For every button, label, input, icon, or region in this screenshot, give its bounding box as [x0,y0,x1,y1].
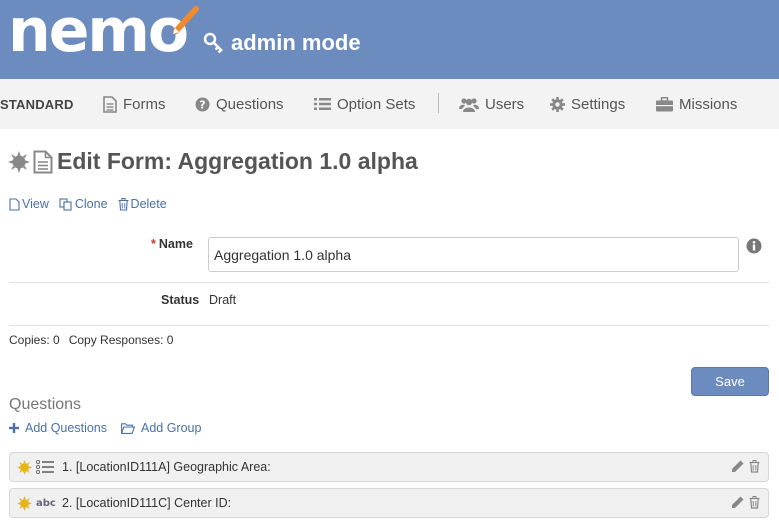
question-row[interactable]: abc 2. [LocationID111C] Center ID: [9,488,769,518]
question-row[interactable]: 1. [LocationID111A] Geographic Area: [9,452,769,482]
view-label: View [22,197,49,211]
nav-item-questions[interactable]: ? Questions [195,79,284,129]
admin-mode-indicator: admin mode [203,30,361,56]
copy-responses-count: Copy Responses: 0 [68,333,174,347]
svg-text:?: ? [199,98,205,111]
questions-actions: Add Questions Add Group [9,421,215,435]
list-icon [314,98,331,110]
gear-icon [550,96,565,112]
page-title-row: Edit Form: Aggregation 1.0 alpha [8,148,418,175]
form-actions: View Clone Delete [9,197,177,211]
pencil-icon [732,496,744,508]
question-tools [726,496,760,509]
draft-sun-icon [8,150,30,173]
edit-button[interactable] [731,460,744,473]
view-link[interactable]: View [9,197,49,211]
nav-item-missions[interactable]: Missions [656,79,737,129]
key-icon [203,32,223,54]
pencil-icon [732,460,744,472]
questions-heading: Questions [9,396,82,413]
required-marker: * [151,237,156,251]
add-group-link[interactable]: Add Group [121,421,201,435]
nav-item-option-sets[interactable]: Option Sets [314,79,415,129]
sun-icon [17,495,32,511]
divider [9,325,769,326]
delete-button[interactable] [749,460,760,473]
app-header: nemo admin mode [0,0,779,79]
clone-label: Clone [74,197,108,211]
name-label-wrap: * Name [151,237,193,251]
nav-item-settings[interactable]: Settings [550,79,625,129]
form-file-icon [33,150,53,173]
file-icon [103,95,117,113]
name-input[interactable] [208,237,739,272]
logo[interactable]: nemo [8,0,189,66]
delete-label: Delete [130,197,167,211]
pencil-logo-icon [173,6,199,34]
text-abc-icon: abc [36,497,56,509]
nav-label: Missions [679,95,738,113]
question-type: abc [36,498,56,509]
add-questions-link[interactable]: Add Questions [9,421,107,435]
name-label: Name [158,237,193,251]
add-questions-label: Add Questions [25,421,107,435]
question-text: 1. [LocationID111A] Geographic Area: [62,460,271,474]
nav-item-forms[interactable]: Forms [103,79,166,129]
delete-link[interactable]: Delete [118,197,167,211]
nav-item-users[interactable]: Users [459,79,524,129]
question-type [36,460,56,474]
clone-link[interactable]: Clone [59,197,108,211]
folder-open-icon [121,422,135,434]
nav-label: Option Sets [337,95,416,113]
status-value: Draft [209,293,237,307]
nav-divider [438,93,439,113]
nav-label: Users [485,95,525,113]
trash-icon [749,460,760,473]
edit-button[interactable] [731,496,744,509]
admin-mode-label: admin mode [231,30,361,55]
nav-label: Questions [216,95,284,113]
plus-icon [9,423,19,433]
nav-label: Forms [123,95,166,113]
users-icon [459,97,479,112]
info-icon[interactable] [746,238,762,254]
select-list-icon [36,460,54,474]
save-button[interactable]: Save [691,367,769,396]
divider [9,282,769,283]
add-group-label: Add Group [141,421,202,435]
status-label: Status [161,293,200,307]
delete-button[interactable] [749,496,760,509]
nav-mode-standard[interactable]: STANDARD [0,79,74,129]
copies-count: Copies: 0 [9,333,60,347]
question-text: 2. [LocationID111C] Center ID: [62,496,232,510]
trash-icon [749,496,760,509]
briefcase-icon [656,96,673,111]
nav-label: Settings [571,95,626,113]
sun-icon [17,459,32,475]
trash-icon [118,197,129,211]
question-tools [726,460,760,473]
file-outline-icon [9,197,20,211]
copy-icon [59,197,72,211]
page-title: Edit Form: Aggregation 1.0 alpha [57,148,418,174]
question-circle-icon: ? [195,97,210,111]
copies-info: Copies: 0 Copy Responses: 0 [9,333,182,347]
main-nav: STANDARD Forms ? Questions Option Sets U… [0,79,779,129]
